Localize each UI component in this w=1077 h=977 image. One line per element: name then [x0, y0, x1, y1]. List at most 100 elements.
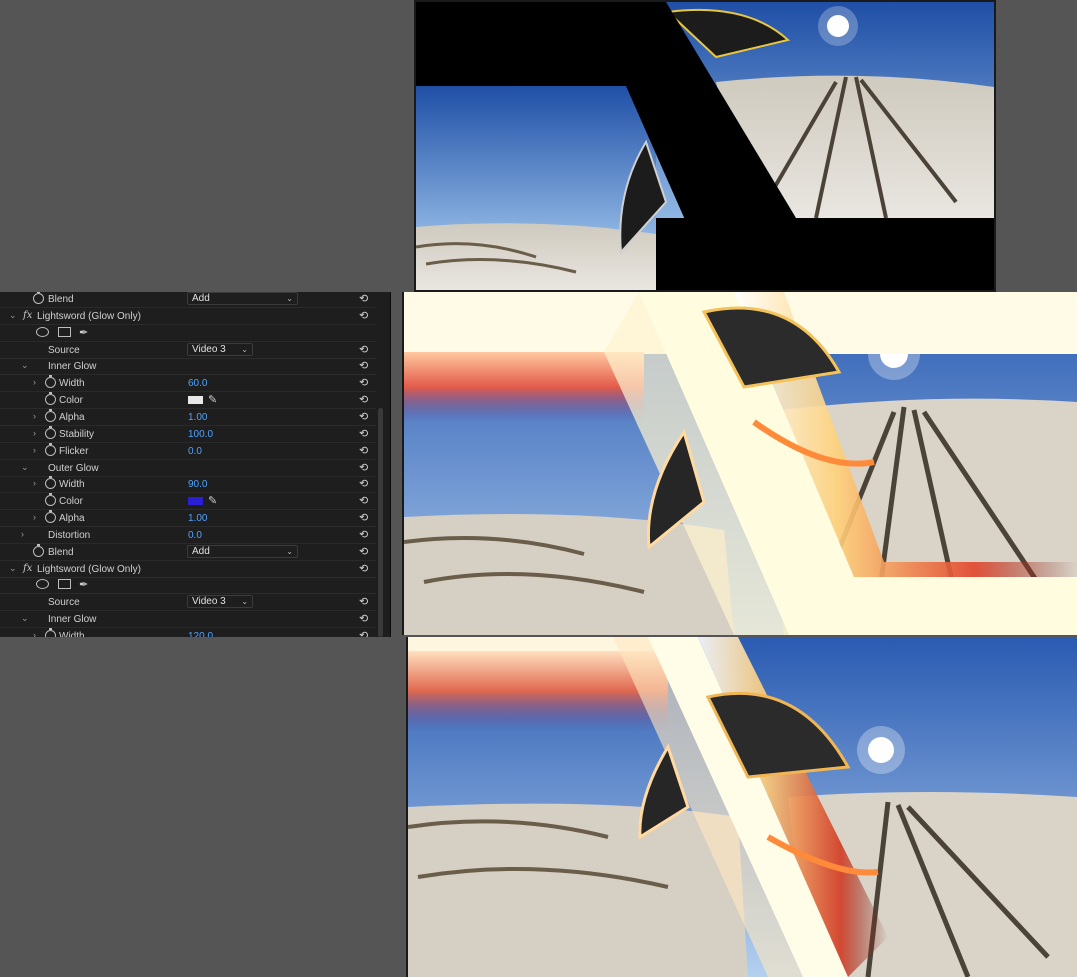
fx-badge-icon[interactable]: fx: [23, 310, 32, 321]
inner-width-row-2[interactable]: › Width 120.0 ⟲: [0, 628, 376, 637]
reset-icon[interactable]: ⟲: [359, 511, 368, 524]
reset-icon[interactable]: ⟲: [359, 309, 368, 322]
stopwatch-icon[interactable]: [45, 476, 56, 490]
twirl-expanded-icon[interactable]: ⌄: [21, 462, 29, 473]
twirl-collapsed-icon[interactable]: ›: [33, 445, 36, 455]
rectangle-mask-icon[interactable]: [58, 326, 71, 337]
reset-icon[interactable]: ⟲: [359, 477, 368, 490]
inner-color-row[interactable]: Color ✎ ⟲: [0, 392, 376, 410]
mask-tools-row-1[interactable]: ✒: [0, 325, 376, 342]
reset-icon[interactable]: ⟲: [359, 427, 368, 440]
preview-original-frame: [414, 0, 996, 292]
twirl-collapsed-icon[interactable]: ›: [33, 630, 36, 637]
reset-icon[interactable]: ⟲: [359, 292, 368, 305]
reset-icon[interactable]: ⟲: [359, 444, 368, 457]
twirl-collapsed-icon[interactable]: ›: [33, 377, 36, 387]
twirl-expanded-icon[interactable]: ⌄: [9, 563, 17, 574]
property-value[interactable]: 100.0: [188, 429, 213, 440]
property-label: Alpha: [59, 513, 85, 525]
pen-mask-icon[interactable]: ✒: [79, 578, 88, 591]
outer-color-row[interactable]: Color ✎ ⟲: [0, 493, 376, 511]
reset-icon[interactable]: ⟲: [359, 461, 368, 474]
reset-icon[interactable]: ⟲: [359, 545, 368, 558]
reset-icon[interactable]: ⟲: [359, 410, 368, 423]
reset-icon[interactable]: ⟲: [359, 494, 368, 507]
twirl-collapsed-icon[interactable]: ›: [33, 411, 36, 421]
stopwatch-icon[interactable]: [33, 292, 44, 304]
property-dropdown[interactable]: Video 3 ⌄: [187, 342, 253, 356]
ellipse-mask-icon[interactable]: [36, 326, 49, 337]
stopwatch-icon[interactable]: [45, 425, 56, 439]
color-swatch[interactable]: [188, 497, 203, 506]
lightsword-1-header[interactable]: ⌄ fx Lightsword (Glow Only) ⟲: [0, 308, 376, 325]
eyedropper-icon[interactable]: ✎: [208, 494, 217, 507]
property-value[interactable]: 0.0: [188, 530, 202, 541]
stopwatch-icon[interactable]: [45, 628, 56, 637]
outer-glow-group[interactable]: ⌄ Outer Glow ⟲: [0, 460, 376, 477]
property-value[interactable]: 1.00: [188, 513, 207, 524]
twirl-expanded-icon[interactable]: ⌄: [21, 613, 29, 624]
reset-icon[interactable]: ⟲: [359, 376, 368, 389]
reset-icon[interactable]: ⟲: [359, 393, 368, 406]
property-label: Blend: [48, 294, 74, 305]
property-label: Stability: [59, 428, 95, 440]
source-row-1[interactable]: Source Video 3 ⌄ ⟲: [0, 342, 376, 359]
color-swatch[interactable]: [188, 396, 203, 405]
twirl-collapsed-icon[interactable]: ›: [33, 478, 36, 488]
preview-glow-frame-1: [402, 292, 1077, 635]
twirl-expanded-icon[interactable]: ⌄: [9, 310, 17, 321]
property-label: Width: [59, 479, 85, 491]
stopwatch-icon[interactable]: [45, 493, 56, 507]
stopwatch-icon[interactable]: [45, 510, 56, 524]
inner-stability-row[interactable]: › Stability 100.0 ⟲: [0, 425, 376, 443]
twirl-collapsed-icon[interactable]: ›: [21, 529, 24, 539]
stopwatch-icon[interactable]: [45, 392, 56, 406]
reset-icon[interactable]: ⟲: [359, 343, 368, 356]
property-dropdown[interactable]: Add ⌄: [187, 292, 298, 305]
chevron-down-icon: ⌄: [241, 597, 248, 607]
inner-width-row[interactable]: › Width 60.0 ⟲: [0, 375, 376, 393]
inner-flicker-row[interactable]: › Flicker 0.0 ⟲: [0, 442, 376, 460]
reset-icon[interactable]: ⟲: [359, 595, 368, 608]
eyedropper-icon[interactable]: ✎: [208, 393, 217, 406]
ellipse-mask-icon[interactable]: [36, 579, 49, 590]
stopwatch-icon[interactable]: [45, 375, 56, 389]
blend-row-2[interactable]: Blend Add ⌄ ⟲: [0, 543, 376, 561]
effect-name: Lightsword (Glow Only): [37, 310, 141, 322]
inner-alpha-row[interactable]: › Alpha 1.00 ⟲: [0, 408, 376, 426]
property-value[interactable]: 90.0: [188, 479, 207, 490]
stopwatch-icon[interactable]: [33, 543, 44, 557]
property-dropdown[interactable]: Add ⌄: [187, 544, 298, 558]
inner-glow-group-2[interactable]: ⌄ Inner Glow ⟲: [0, 611, 376, 629]
property-value[interactable]: 0.0: [188, 446, 202, 457]
source-row-2[interactable]: Source Video 3 ⌄ ⟲: [0, 594, 376, 612]
inner-glow-group-1[interactable]: ⌄ Inner Glow ⟲: [0, 358, 376, 376]
property-dropdown[interactable]: Video 3 ⌄: [187, 595, 253, 609]
pen-mask-icon[interactable]: ✒: [79, 326, 88, 339]
lightsword-2-header[interactable]: ⌄ fx Lightsword (Glow Only) ⟲: [0, 561, 376, 578]
property-value[interactable]: 120.0: [188, 631, 213, 637]
twirl-collapsed-icon[interactable]: ›: [33, 428, 36, 438]
property-value[interactable]: 1.00: [188, 412, 207, 423]
distortion-row[interactable]: › Distortion 0.0 ⟲: [0, 527, 376, 544]
mask-tools-row-2[interactable]: ✒: [0, 577, 376, 595]
rectangle-mask-icon[interactable]: [58, 579, 71, 590]
fx-badge-icon[interactable]: fx: [23, 563, 32, 574]
reset-icon[interactable]: ⟲: [359, 562, 368, 575]
dropdown-value: Add: [192, 293, 210, 304]
twirl-collapsed-icon[interactable]: ›: [33, 512, 36, 522]
scrollbar-thumb[interactable]: [378, 408, 383, 637]
property-value[interactable]: 60.0: [188, 378, 207, 389]
outer-width-row[interactable]: › Width 90.0 ⟲: [0, 476, 376, 494]
stopwatch-icon[interactable]: [45, 408, 56, 422]
reset-icon[interactable]: ⟲: [359, 359, 368, 372]
property-label: Source: [48, 597, 80, 609]
stopwatch-icon[interactable]: [45, 442, 56, 456]
reset-icon[interactable]: ⟲: [359, 528, 368, 541]
group-label: Inner Glow: [48, 361, 97, 373]
blend-row-1[interactable]: Blend Add ⌄ ⟲: [0, 292, 376, 308]
outer-alpha-row[interactable]: › Alpha 1.00 ⟲: [0, 510, 376, 528]
reset-icon[interactable]: ⟲: [359, 629, 368, 637]
reset-icon[interactable]: ⟲: [359, 612, 368, 625]
twirl-expanded-icon[interactable]: ⌄: [21, 360, 29, 371]
